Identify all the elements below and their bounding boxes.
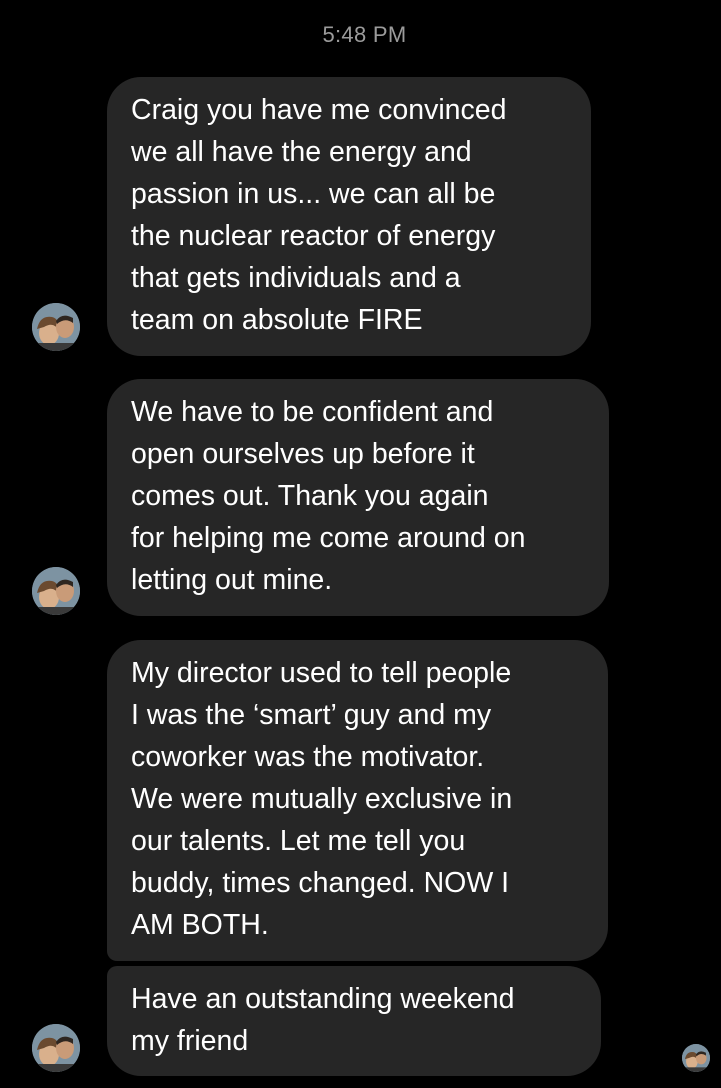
sender-avatar-icon[interactable]	[32, 303, 80, 351]
message-bubble-1[interactable]: Craig you have me convinced we all have …	[107, 77, 591, 356]
sender-avatar-icon[interactable]	[32, 1024, 80, 1072]
sender-avatar-icon[interactable]	[32, 567, 80, 615]
seen-avatar-icon	[682, 1044, 710, 1072]
message-bubble-2[interactable]: We have to be confident and open ourselv…	[107, 379, 609, 616]
message-bubble-4[interactable]: Have an outstanding weekend my friend	[107, 966, 601, 1076]
message-timestamp: 5:48 PM	[322, 22, 407, 47]
message-bubble-3[interactable]: My director used to tell people I was th…	[107, 640, 608, 961]
